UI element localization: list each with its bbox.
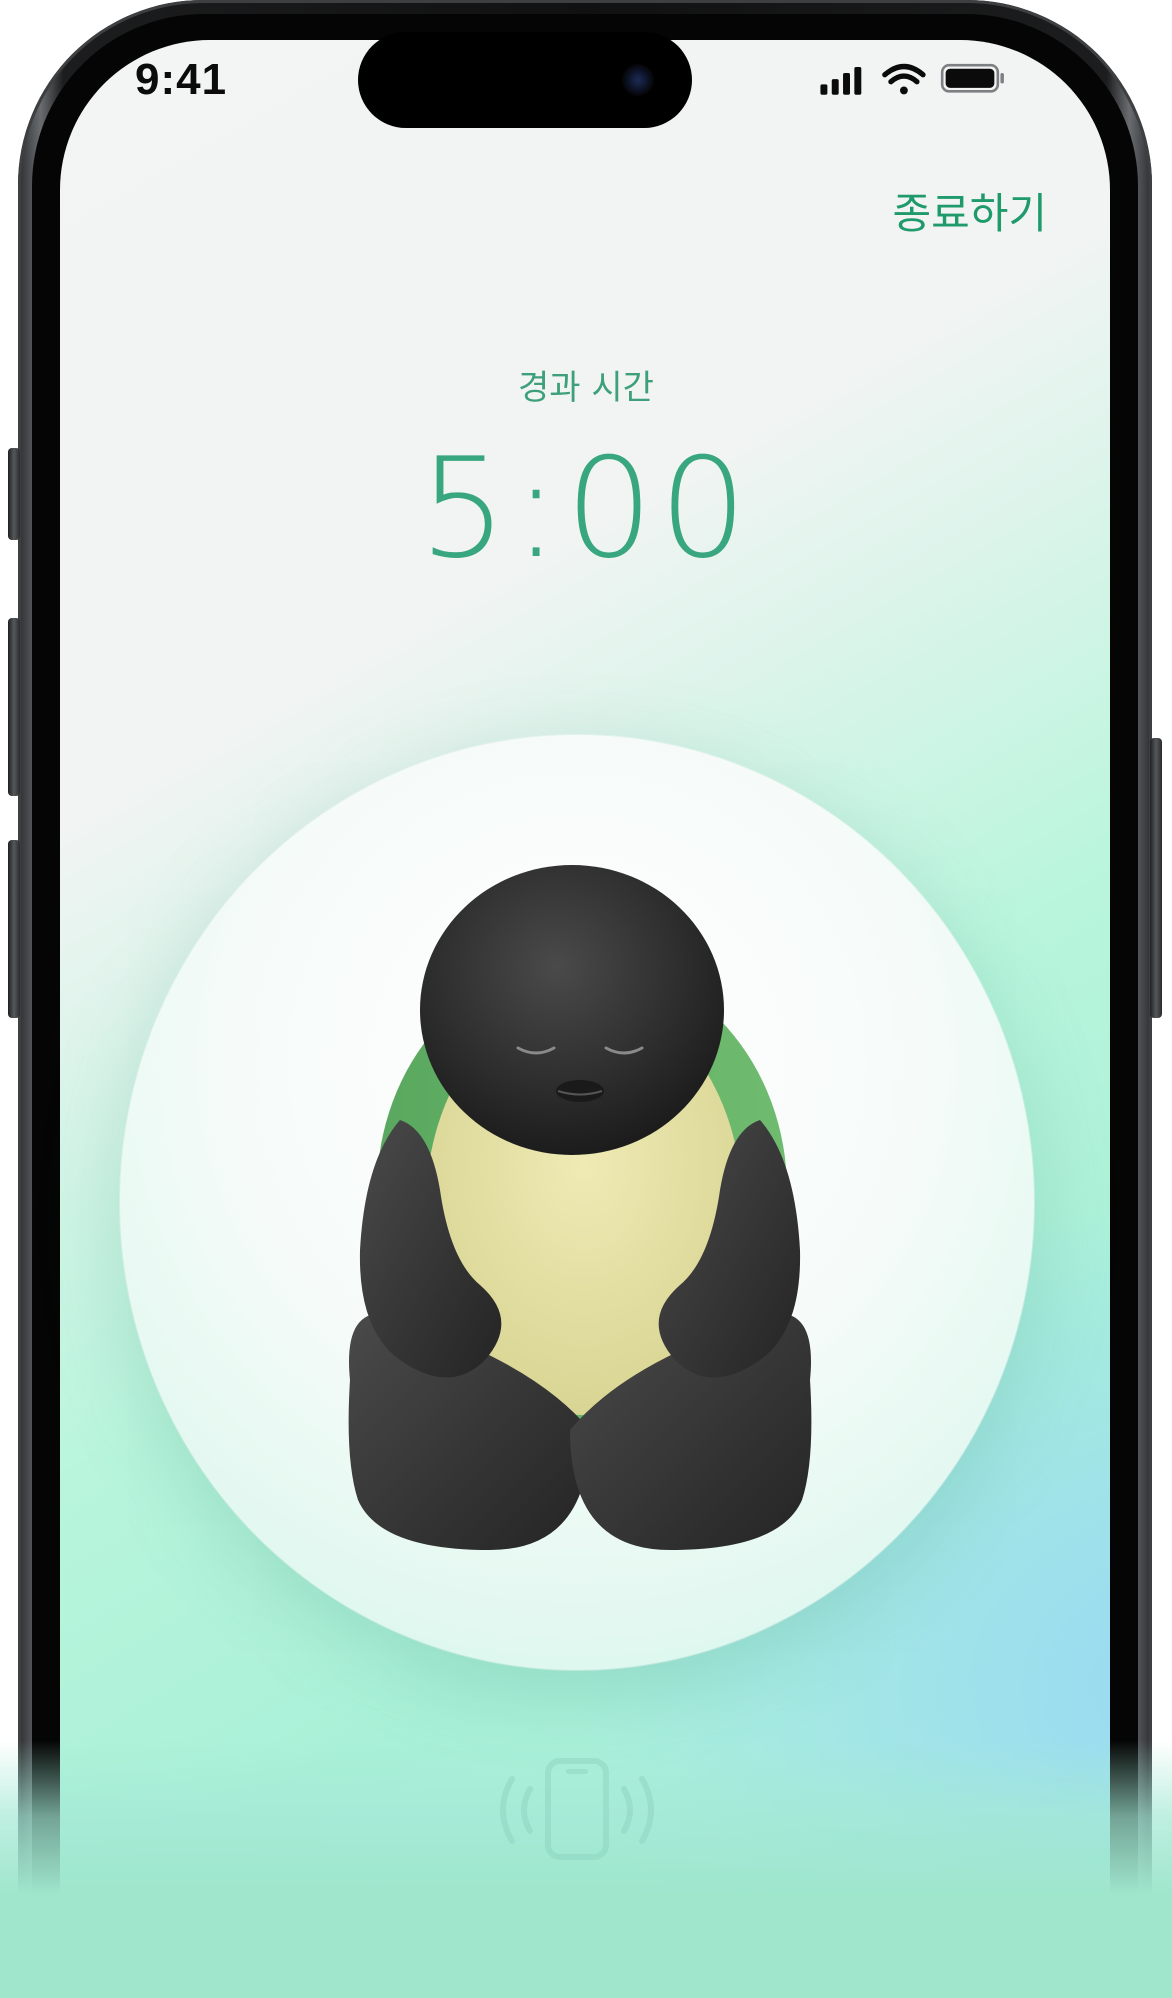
cellular-signal-icon — [820, 66, 862, 95]
head — [420, 865, 724, 1155]
battery-icon — [940, 63, 1004, 93]
volume-up-button — [8, 618, 20, 796]
front-camera-icon — [622, 64, 654, 96]
app-canvas: 9:41 종료하기 경과 시간 5:00 — [0, 0, 1172, 1998]
wifi-icon — [882, 63, 926, 95]
dynamic-island — [358, 32, 692, 128]
volume-down-button — [8, 840, 20, 1018]
meditating-turtle-illustration — [348, 865, 812, 1550]
status-icons — [820, 63, 1004, 95]
elapsed-time-value: 5:00 — [419, 428, 753, 589]
phone-vibrate-icon — [500, 1758, 654, 1860]
elapsed-time-label: 경과 시간 — [518, 368, 654, 408]
power-button — [1150, 738, 1162, 1018]
end-session-button[interactable]: 종료하기 — [892, 180, 1047, 241]
status-time: 9:41 — [135, 55, 228, 104]
